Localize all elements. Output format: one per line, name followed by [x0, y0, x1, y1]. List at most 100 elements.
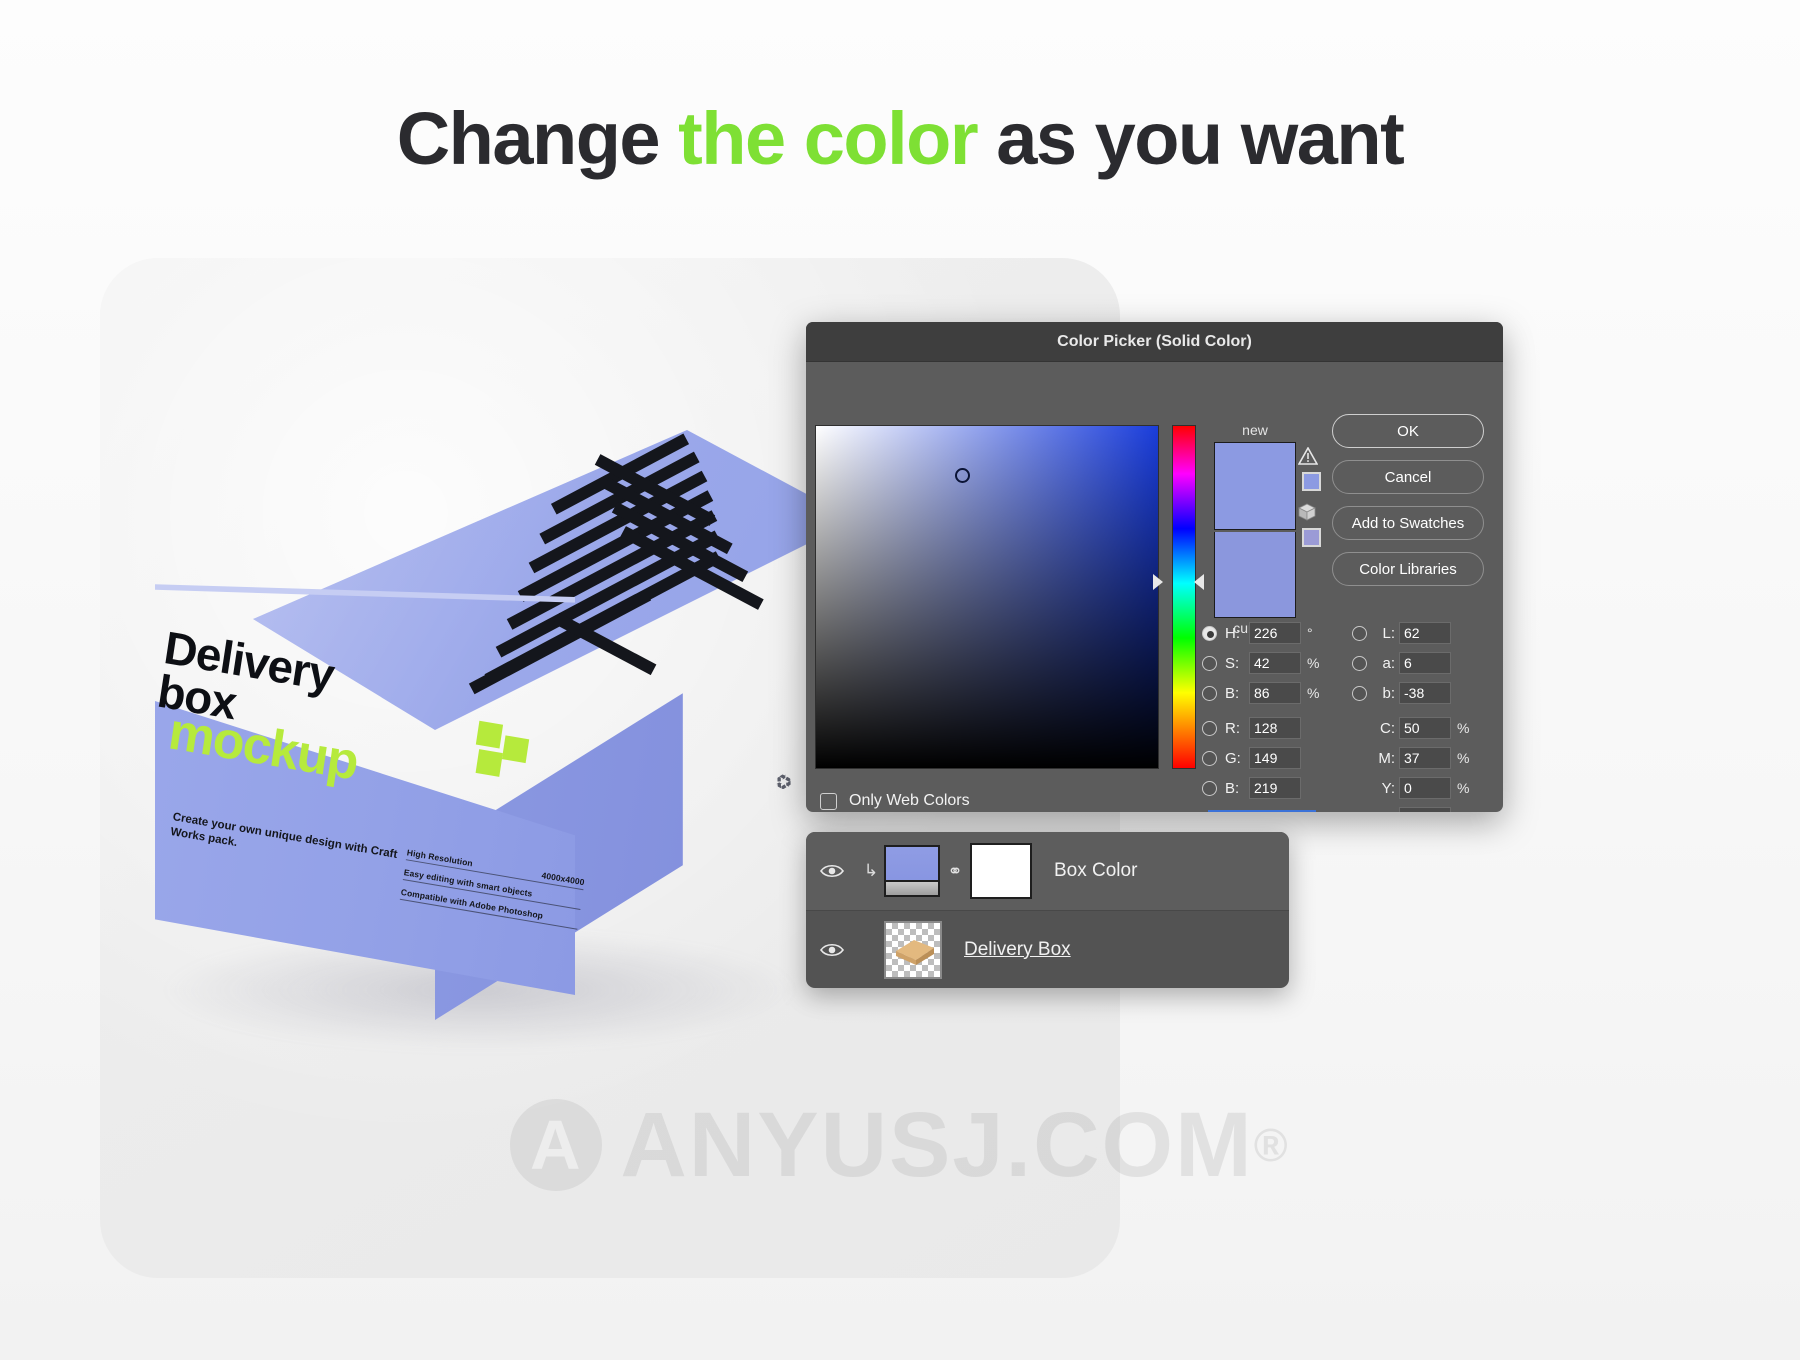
input-g[interactable]: 149	[1249, 747, 1301, 769]
color-preview-group: new current	[1210, 420, 1300, 638]
unit-y: %	[1457, 780, 1470, 796]
label-l: L:	[1382, 624, 1395, 642]
radio-h[interactable]	[1202, 625, 1217, 641]
field-row-c: C: 50 %	[1352, 715, 1503, 741]
new-color-label: new	[1242, 422, 1268, 438]
input-m[interactable]: 37	[1399, 747, 1451, 769]
unit-s: %	[1307, 655, 1320, 671]
layer-mask-thumbnail[interactable]	[970, 843, 1032, 899]
only-web-colors-checkbox[interactable]	[820, 792, 837, 810]
unit-b-brightness: %	[1307, 685, 1320, 701]
current-color-swatch[interactable]	[1214, 532, 1296, 618]
label-h: H:	[1225, 624, 1240, 642]
input-a[interactable]: 6	[1399, 652, 1451, 674]
color-field-cursor[interactable]	[955, 468, 970, 483]
radio-l[interactable]	[1352, 625, 1367, 641]
hex-input[interactable]: 8095db	[1208, 810, 1317, 812]
only-web-colors-label: Only Web Colors	[849, 792, 970, 809]
field-row-g: G: 149	[1202, 745, 1352, 771]
label-s: S:	[1225, 654, 1240, 672]
radio-b-blue[interactable]	[1202, 780, 1217, 796]
label-r: R:	[1225, 719, 1240, 737]
dialog-title: Color Picker (Solid Color)	[806, 322, 1503, 362]
label-b-lab: b:	[1382, 684, 1395, 702]
layer-visibility-toggle[interactable]	[806, 863, 858, 879]
unit-m: %	[1457, 750, 1470, 766]
gamut-safe-color-chip[interactable]	[1301, 472, 1321, 491]
field-row-m: M: 37 %	[1352, 745, 1503, 771]
page-title: Change the color as you want	[0, 96, 1800, 181]
field-row-b-brightness: B: 86 %	[1202, 680, 1352, 706]
layer-row-box-color[interactable]: ↳ ⚭ Box Color	[806, 832, 1289, 910]
layer-mask-link-icon[interactable]: ⚭	[940, 861, 970, 882]
unit-k: %	[1451, 810, 1471, 812]
input-r[interactable]: 128	[1249, 717, 1301, 739]
label-m: M:	[1378, 749, 1395, 767]
layer-thumbnail[interactable]	[884, 845, 940, 897]
dialog-body: new current OK	[806, 362, 1503, 812]
radio-s[interactable]	[1202, 655, 1217, 671]
input-k[interactable]: 0	[1399, 807, 1451, 812]
eye-icon	[820, 864, 844, 878]
hex-field-row: # 8095db	[1194, 810, 1317, 812]
radio-r[interactable]	[1202, 720, 1217, 736]
unit-h: °	[1307, 625, 1313, 641]
radio-b-brightness[interactable]	[1202, 685, 1217, 701]
hue-marker-left-icon	[1153, 574, 1163, 590]
label-b-brightness: B:	[1225, 684, 1240, 702]
radio-g[interactable]	[1202, 750, 1217, 766]
layer-row-delivery-box[interactable]: Delivery Box	[806, 910, 1289, 988]
ok-button[interactable]: OK	[1332, 414, 1484, 448]
box-thumbnail-icon	[896, 939, 934, 965]
color-libraries-button[interactable]: Color Libraries	[1332, 552, 1484, 586]
unit-c: %	[1457, 720, 1470, 736]
only-web-colors-row[interactable]: Only Web Colors	[820, 792, 970, 810]
input-s[interactable]: 42	[1249, 652, 1301, 674]
layer-thumbnail[interactable]	[884, 920, 942, 979]
label-c: C:	[1380, 719, 1395, 737]
input-b-blue[interactable]: 219	[1249, 777, 1301, 799]
headline-part-2: as you want	[977, 97, 1405, 180]
input-l[interactable]: 62	[1399, 622, 1451, 644]
input-b-lab[interactable]: -38	[1399, 682, 1451, 704]
field-row-b-lab: b: -38	[1352, 680, 1503, 706]
field-row-y: Y: 0 %	[1352, 775, 1503, 801]
field-row-k: K: 0 %	[1352, 805, 1503, 812]
hsb-rgb-fields: H: 226 ° S: 42 % B: 86 % R: 128 G: 149 B…	[1202, 620, 1352, 805]
new-color-swatch[interactable]	[1214, 442, 1296, 530]
layer-name-delivery-box[interactable]: Delivery Box	[942, 939, 1071, 961]
color-picker-dialog: Color Picker (Solid Color) new current	[806, 322, 1503, 812]
headline-accent: the color	[678, 97, 978, 180]
field-row-s: S: 42 %	[1202, 650, 1352, 676]
label-g: G:	[1225, 749, 1241, 767]
label-a: a:	[1382, 654, 1395, 672]
layer-name-box-color[interactable]: Box Color	[1032, 860, 1137, 882]
hue-slider[interactable]	[1172, 425, 1196, 769]
cancel-button[interactable]: Cancel	[1332, 460, 1484, 494]
input-c[interactable]: 50	[1399, 717, 1451, 739]
add-to-swatches-button[interactable]: Add to Swatches	[1332, 506, 1484, 540]
eye-icon	[820, 943, 844, 956]
out-of-gamut-warning-icon[interactable]	[1297, 446, 1319, 465]
radio-b-lab[interactable]	[1352, 685, 1367, 701]
web-safe-cube-icon[interactable]	[1298, 503, 1316, 521]
headline-part-1: Change	[396, 97, 679, 180]
field-row-b-blue: B: 219	[1202, 775, 1352, 801]
radio-a[interactable]	[1352, 655, 1367, 671]
input-b-brightness[interactable]: 86	[1249, 682, 1301, 704]
input-y[interactable]: 0	[1399, 777, 1451, 799]
input-h[interactable]: 226	[1249, 622, 1301, 644]
field-row-h: H: 226 °	[1202, 620, 1352, 646]
layer-visibility-toggle[interactable]	[806, 942, 858, 958]
dialog-button-group: OK Cancel Add to Swatches Color Librarie…	[1332, 414, 1484, 598]
label-y: Y:	[1381, 779, 1395, 797]
hue-marker-right-icon	[1194, 574, 1204, 590]
field-row-a: a: 6	[1352, 650, 1503, 676]
box-logo-icon	[471, 720, 532, 783]
web-safe-color-chip[interactable]	[1301, 528, 1321, 547]
saturation-brightness-field[interactable]	[815, 425, 1159, 769]
watermark-registered-icon: ®	[1253, 1119, 1290, 1171]
label-b-blue: B:	[1225, 779, 1240, 797]
field-row-r: R: 128	[1202, 715, 1352, 741]
clipping-mask-icon: ↳	[863, 861, 879, 880]
